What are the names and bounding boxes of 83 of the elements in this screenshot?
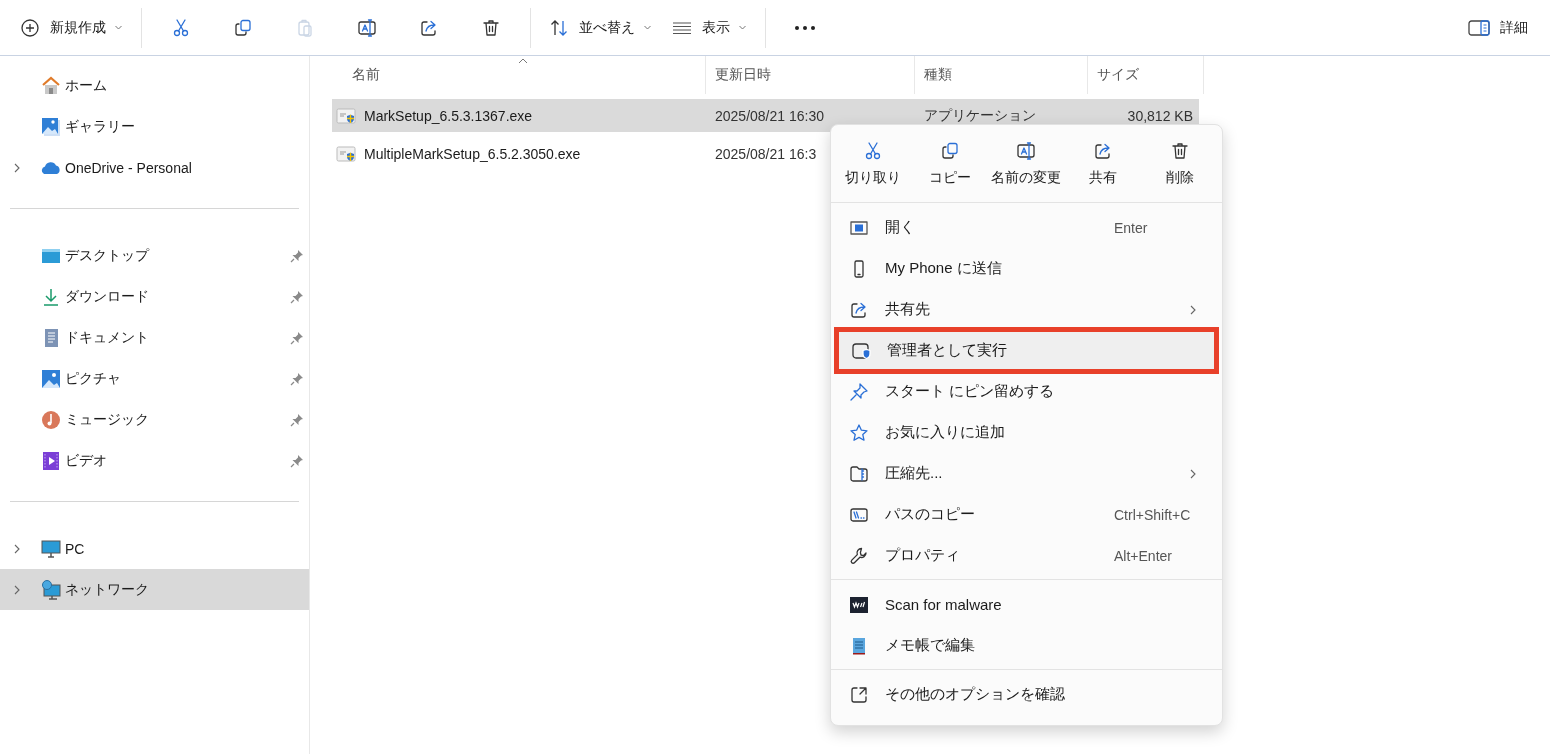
file-row[interactable]: MarkSetup_6.5.3.1367.exe 2025/08/21 16:30 アプリケーション 30,812 KB [332, 99, 1199, 132]
menu-item[interactable]: プロパティ Alt+Enter [835, 535, 1218, 576]
menu-item[interactable]: お気に入りに追加 [835, 412, 1218, 453]
more-icon [794, 24, 816, 31]
menu-item[interactable]: パスのコピー Ctrl+Shift+C [835, 494, 1218, 535]
new-button[interactable]: 新規作成 [10, 7, 133, 48]
column-label: サイズ [1097, 66, 1139, 84]
chevron-icon[interactable] [12, 162, 22, 173]
zip-folder-icon [849, 463, 869, 484]
sidebar-item[interactable]: ピクチャ [0, 358, 309, 399]
file-name: MarkSetup_6.5.3.1367.exe [364, 107, 533, 124]
sort-button[interactable]: 並べ替え [539, 7, 662, 48]
picture-icon [40, 367, 62, 390]
installer-file-icon [336, 105, 356, 126]
file-type: アプリケーション [924, 106, 1036, 125]
shortcut-label: Enter [1114, 219, 1149, 236]
sidebar-label: ネットワーク [65, 580, 150, 599]
sidebar-item[interactable]: OneDrive - Personal [0, 147, 309, 188]
menu-item[interactable]: スタート にピン留めする [835, 371, 1218, 412]
sidebar-item[interactable]: ビデオ [0, 440, 309, 481]
shortcut-label: Ctrl+Shift+C [1114, 506, 1192, 523]
file-name: MultipleMarkSetup_6.5.2.3050.exe [364, 145, 581, 162]
sidebar-label: ホーム [65, 76, 108, 95]
column-header[interactable]: サイズ [1088, 56, 1204, 94]
sidebar-item[interactable]: ミュージック [0, 399, 309, 440]
sidebar-label: ビデオ [65, 451, 108, 470]
view-button[interactable]: 表示 [662, 7, 757, 48]
menu-item[interactable]: メモ帳で編集 [835, 625, 1218, 666]
column-header[interactable]: 種類 [915, 56, 1088, 94]
home-icon [40, 74, 62, 97]
file-size: 30,812 KB [1127, 107, 1193, 124]
sidebar-label: デスクトップ [65, 246, 151, 265]
sidebar-label: ピクチャ [65, 369, 122, 388]
shortcut-label: Alt+Enter [1114, 547, 1173, 564]
sidebar-item[interactable]: ドキュメント [0, 317, 309, 358]
column-label: 種類 [924, 66, 952, 84]
column-label: 名前 [352, 66, 380, 84]
menu-item[interactable]: My Phone に送信 [835, 248, 1218, 289]
sidebar-item[interactable]: ホーム [0, 65, 309, 106]
malware-scanner-icon [849, 594, 869, 615]
rename-icon [1016, 141, 1037, 161]
sidebar-item[interactable]: ネットワーク [0, 569, 309, 610]
wrench-icon [849, 545, 869, 566]
sidebar-label: PC [65, 540, 86, 557]
installer-file-icon [336, 143, 356, 164]
column-header[interactable]: 名前 [332, 56, 706, 94]
menu-item[interactable]: 管理者として実行 [837, 330, 1216, 371]
menu-item[interactable]: その他のオプションを確認 [835, 674, 1218, 715]
column-label: 更新日時 [715, 66, 771, 84]
menu-item[interactable]: 共有先 [835, 289, 1218, 330]
music-icon [40, 408, 62, 431]
sidebar-item[interactable]: ギャラリー [0, 106, 309, 147]
gallery-icon [40, 115, 62, 138]
plus-circle-icon [20, 17, 40, 38]
details-button[interactable]: 詳細 [1458, 7, 1538, 48]
caret-icon [643, 23, 652, 32]
video-icon [40, 449, 62, 472]
sidebar-label: ドキュメント [65, 328, 150, 347]
chevron-icon[interactable] [12, 543, 22, 554]
sidebar-item[interactable]: PC [0, 528, 309, 569]
copy-icon [939, 141, 960, 161]
sidebar-label: OneDrive - Personal [65, 159, 193, 176]
star-icon [849, 422, 869, 443]
details-pane-icon [1468, 18, 1490, 37]
menu-item[interactable]: 開く Enter [835, 207, 1218, 248]
caret-icon [114, 23, 123, 32]
sidebar-label: ミュージック [65, 410, 150, 429]
chevron-icon[interactable] [12, 584, 22, 595]
pin-icon [849, 381, 869, 402]
external-link-icon [849, 684, 869, 705]
menu-item[interactable]: Scan for malware [835, 584, 1218, 625]
monitor-icon [40, 537, 62, 560]
menu-item[interactable]: 圧縮先... [835, 453, 1218, 494]
sidebar-item[interactable]: デスクトップ [0, 235, 309, 276]
shield-icon [851, 340, 871, 361]
column-header[interactable]: 更新日時 [706, 56, 915, 94]
sidebar-item[interactable]: ダウンロード [0, 276, 309, 317]
caret-icon [738, 23, 747, 32]
network-icon [40, 578, 62, 601]
sidebar-label: ギャラリー [65, 117, 136, 136]
modified-date: 2025/08/21 16:30 [715, 107, 824, 124]
modified-date: 2025/08/21 16:3 [715, 145, 817, 162]
sidebar-label: ダウンロード [65, 287, 150, 306]
